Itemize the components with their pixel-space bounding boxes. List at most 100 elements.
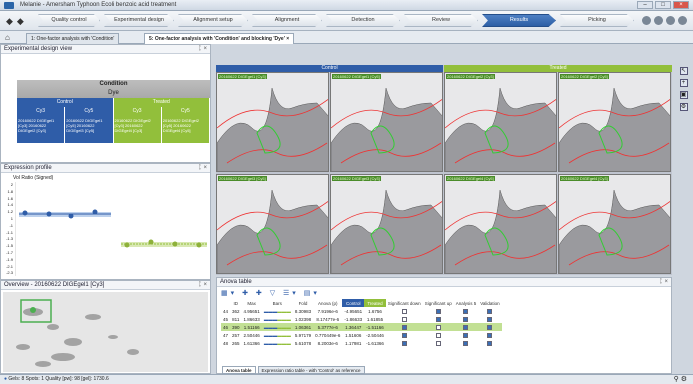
gel-3d-view[interactable]: 20160622 DIGEgel4 [Cy5] <box>444 174 557 274</box>
close-button[interactable]: × <box>673 1 689 9</box>
checkbox-cell[interactable] <box>454 331 479 339</box>
checkbox[interactable] <box>435 332 441 338</box>
anova-toolbar[interactable]: ▦▾ ✚ ✚ ▽ ☰▾ ▤▾ <box>221 289 320 297</box>
sample-cell[interactable]: 20160622 DIGEgel2 [Cy3] 20160622 DIGEgel… <box>113 116 162 143</box>
gel-3d-view[interactable]: 20160622 DIGEgel2 [Cy5] <box>558 72 671 172</box>
info-icon[interactable] <box>666 16 675 25</box>
tab-expression-ratio[interactable]: Expression ratio table - with 'Control' … <box>257 366 365 374</box>
checkbox-cell[interactable] <box>423 339 454 347</box>
checkbox-cell[interactable] <box>386 307 423 315</box>
column-header[interactable] <box>221 299 230 307</box>
step-alignment-setup[interactable]: Alignment setup <box>178 14 248 27</box>
step-quality-control[interactable]: Quality control <box>38 14 100 27</box>
checkbox-cell[interactable] <box>478 339 501 347</box>
pin-icon[interactable]: ᛈ × <box>198 282 207 288</box>
checkbox[interactable] <box>463 308 469 314</box>
column-header[interactable]: Anova (p) <box>313 299 342 307</box>
checkbox-cell[interactable] <box>386 331 423 339</box>
step-review[interactable]: Review <box>404 14 478 27</box>
step-picking[interactable]: Picking <box>560 14 634 27</box>
checkbox[interactable] <box>487 316 493 322</box>
gel-3d-view[interactable]: 20160622 DIGEgel4 [Cy3] <box>558 174 671 274</box>
gel-3d-view[interactable]: 20160622 DIGEgel3 [Cy3] <box>330 174 443 274</box>
settings-tool-icon[interactable]: ⚙ <box>679 103 688 111</box>
gel-3d-view[interactable]: 20160622 DIGEgel1 [Cy5] <box>330 72 443 172</box>
checkbox[interactable] <box>463 332 469 338</box>
step-experimental-design[interactable]: Experimental design <box>104 14 174 27</box>
minimize-button[interactable]: – <box>637 1 653 9</box>
checkbox-cell[interactable] <box>386 339 423 347</box>
checkbox[interactable] <box>463 316 469 322</box>
column-header[interactable]: Max <box>242 299 262 307</box>
checkbox-cell[interactable] <box>478 315 501 323</box>
column-header[interactable]: Treated <box>364 299 386 307</box>
view-3d-icon[interactable]: ▣ <box>679 91 688 99</box>
checkbox[interactable] <box>435 324 441 330</box>
step-alignment[interactable]: Alignment <box>252 14 322 27</box>
checkbox-cell[interactable] <box>478 331 501 339</box>
sample-cell[interactable]: 20160622 DIGEgel1 [Cy5] 20160622 DIGEgel… <box>65 116 114 143</box>
checkbox[interactable] <box>401 324 407 330</box>
table-row[interactable]: 47 257 2.50446 ▬▬▬▬▬▬ 5.97179 0.770449e-6 1.51… <box>221 331 502 339</box>
user-icon[interactable] <box>678 16 687 25</box>
checkbox[interactable] <box>487 332 493 338</box>
tab-anova-table[interactable]: Anova table <box>222 366 256 374</box>
gel-overview-image[interactable] <box>3 292 208 372</box>
checkbox[interactable] <box>435 316 441 322</box>
checkbox[interactable] <box>401 332 407 338</box>
zoom-tool-icon[interactable]: + <box>679 79 688 87</box>
maximize-button[interactable]: □ <box>655 1 671 9</box>
gel-3d-view[interactable]: 20160622 DIGEgel3 [Cy5] <box>216 174 329 274</box>
checkbox-cell[interactable] <box>423 315 454 323</box>
checkbox[interactable] <box>401 340 407 346</box>
checkbox[interactable] <box>463 340 469 346</box>
column-header[interactable]: Significant down <box>386 299 423 307</box>
checkbox-cell[interactable] <box>478 307 501 315</box>
checkbox[interactable] <box>401 316 407 322</box>
table-row[interactable]: 44 362 4.95651 ▬▬▬▬▬▬ 8.30983 7.9196e-6 -4.956… <box>221 307 502 315</box>
column-header[interactable]: Fold <box>293 299 313 307</box>
nav-arrows[interactable]: ◆◆ <box>6 16 28 27</box>
group-control[interactable]: Control <box>17 98 114 107</box>
tab-one-factor-analysis[interactable]: 1: One-factor analysis with 'Condition' <box>26 33 120 44</box>
checkbox-cell[interactable] <box>386 315 423 323</box>
column-header[interactable]: Validation <box>478 299 501 307</box>
close-tab-icon[interactable]: × <box>286 36 289 42</box>
step-detection[interactable]: Detection <box>326 14 400 27</box>
checkbox-cell[interactable] <box>423 307 454 315</box>
checkbox[interactable] <box>487 324 493 330</box>
status-tools-icon[interactable]: ⚲ ⚙ <box>674 375 687 384</box>
checkbox[interactable] <box>435 340 441 346</box>
pin-icon[interactable]: ᛈ × <box>659 279 668 285</box>
checkbox-cell[interactable] <box>422 323 454 331</box>
sample-cell[interactable]: 20160622 DIGEgel2 [Cy5] 20160622 DIGEgel… <box>161 116 210 143</box>
column-header[interactable]: Analysis 5 <box>454 299 479 307</box>
checkbox-cell[interactable] <box>454 339 479 347</box>
checkbox[interactable] <box>463 324 469 330</box>
settings-icon[interactable] <box>642 16 651 25</box>
sample-cell[interactable]: 20160622 DIGEgel1 [Cy3] 20160622 DIGEgel… <box>17 116 66 143</box>
column-header[interactable]: Significant up <box>423 299 454 307</box>
table-row[interactable]: 45 811 1.86633 ▬▬▬▬▬▬ 1.02398 8.17477e-6 -1.86… <box>221 315 502 323</box>
checkbox-cell[interactable] <box>478 323 502 331</box>
checkbox[interactable] <box>487 340 493 346</box>
tab-blocking-analysis[interactable]: 5: One-factor analysis with 'Condition' … <box>144 33 295 44</box>
help-icon[interactable] <box>654 16 663 25</box>
checkbox-cell[interactable] <box>385 323 423 331</box>
home-icon[interactable]: ⌂ <box>5 33 10 42</box>
checkbox-cell[interactable] <box>453 323 479 331</box>
pin-icon[interactable]: ᛈ × <box>198 46 207 52</box>
gel-3d-view[interactable]: 20160622 DIGEgel1 [Cy3] <box>216 72 329 172</box>
pin-icon[interactable]: ᛈ × <box>198 165 207 171</box>
table-row[interactable]: 48 265 1.61366 ▬▬▬▬▬▬ 5.61078 8.2003e-6 1.1798… <box>221 339 502 347</box>
checkbox-cell[interactable] <box>454 307 479 315</box>
checkbox-cell[interactable] <box>423 331 454 339</box>
table-row[interactable]: 46 390 1.51166 ▬▬▬▬▬▬ 1.06361 5.3777e-6 1.3644… <box>221 323 502 331</box>
pointer-tool-icon[interactable]: ↖ <box>679 67 688 75</box>
checkbox[interactable] <box>435 308 441 314</box>
checkbox[interactable] <box>487 308 493 314</box>
column-header[interactable]: Bars <box>262 299 293 307</box>
group-treated[interactable]: Treated <box>113 98 210 107</box>
checkbox[interactable] <box>401 308 407 314</box>
checkbox-cell[interactable] <box>454 315 479 323</box>
